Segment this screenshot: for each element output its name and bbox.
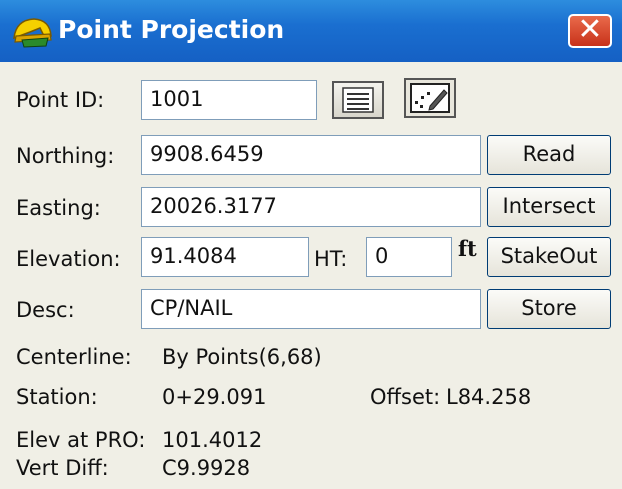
- stakeout-button[interactable]: StakeOut: [487, 237, 611, 277]
- desc-label: Desc:: [16, 298, 75, 322]
- offset-value: L84.258: [446, 385, 532, 409]
- ht-unit: ft: [458, 236, 477, 261]
- vert-diff-value: C9.9928: [162, 456, 251, 480]
- offset-label: Offset:: [370, 385, 441, 409]
- easting-label: Easting:: [16, 196, 101, 220]
- station-label: Station:: [16, 385, 98, 409]
- window-title: Point Projection: [58, 15, 285, 44]
- elev-at-pro-value: 101.4012: [162, 428, 263, 452]
- station-value: 0+29.091: [162, 385, 267, 409]
- store-button[interactable]: Store: [487, 289, 611, 329]
- elevation-input[interactable]: 91.4084: [141, 237, 309, 277]
- northing-label: Northing:: [16, 144, 115, 168]
- vert-diff-label: Vert Diff:: [16, 456, 109, 480]
- centerline-label: Centerline:: [16, 345, 132, 369]
- ht-label: HT:: [314, 247, 348, 271]
- list-button[interactable]: [332, 81, 384, 119]
- northing-input[interactable]: 9908.6459: [141, 135, 481, 175]
- point-id-input[interactable]: 1001: [141, 80, 317, 120]
- ht-input[interactable]: 0: [366, 237, 452, 277]
- read-button[interactable]: Read: [487, 135, 611, 175]
- helmet-icon: [13, 18, 52, 48]
- easting-input[interactable]: 20026.3177: [141, 187, 481, 227]
- elevation-label: Elevation:: [16, 247, 121, 271]
- centerline-value: By Points(6,68): [162, 345, 322, 369]
- list-icon: [342, 87, 374, 113]
- title-bar: Point Projection ✕: [0, 0, 622, 62]
- point-id-label: Point ID:: [16, 88, 105, 112]
- map-button[interactable]: [404, 78, 456, 118]
- map-icon: [410, 83, 450, 113]
- close-button[interactable]: ✕: [568, 14, 612, 48]
- desc-input[interactable]: CP/NAIL: [141, 289, 481, 329]
- elev-at-pro-label: Elev at PRO:: [16, 428, 146, 452]
- intersect-button[interactable]: Intersect: [487, 187, 611, 227]
